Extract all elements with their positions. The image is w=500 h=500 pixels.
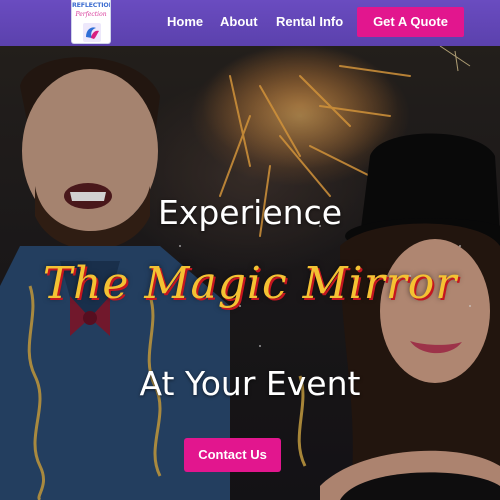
site-logo[interactable]: REFLECTION Perfection bbox=[71, 0, 111, 44]
nav-home[interactable]: Home bbox=[167, 0, 203, 44]
logo-title: REFLECTION bbox=[72, 2, 111, 9]
get-a-quote-button[interactable]: Get A Quote bbox=[357, 7, 464, 37]
hero-headline-experience: Experience bbox=[157, 193, 343, 232]
nav-about[interactable]: About bbox=[220, 0, 258, 44]
contact-us-button[interactable]: Contact Us bbox=[184, 438, 281, 472]
mirror-logo-icon bbox=[83, 23, 101, 42]
hero-headline-magic-mirror: The Magic Mirror bbox=[42, 258, 458, 309]
hero-section: Experience The Magic Mirror At Your Even… bbox=[0, 46, 500, 500]
nav-rental-info[interactable]: Rental Info bbox=[276, 0, 343, 44]
site-header: REFLECTION Perfection Home About Rental … bbox=[0, 0, 500, 46]
hero-headline-at-your-event: At Your Event bbox=[139, 364, 361, 403]
logo-subtitle: Perfection bbox=[75, 11, 107, 18]
